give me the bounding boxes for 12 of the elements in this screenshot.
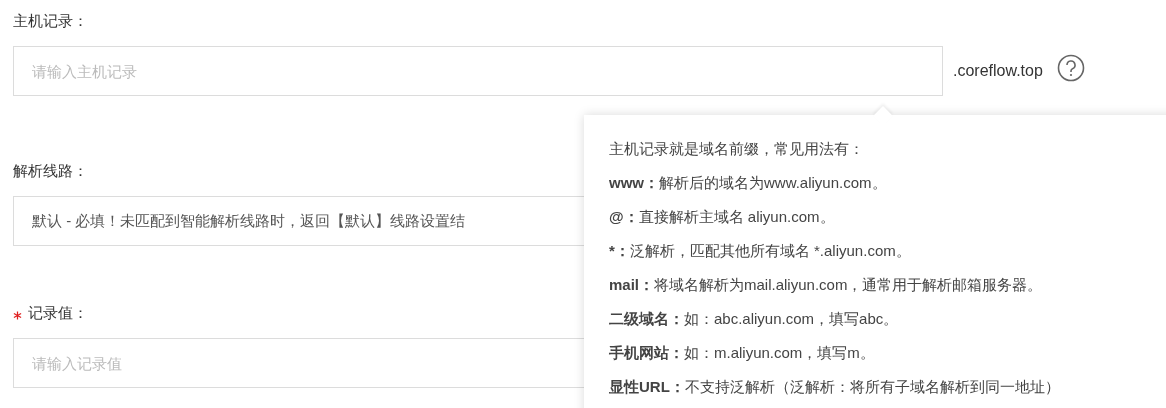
field-label: 主机记录： — [13, 10, 88, 31]
field-label: 记录值： — [28, 302, 88, 323]
help-text: @：直接解析主域名 aliyun.com。 — [609, 207, 836, 227]
help-text: 二级域名：如：abc.aliyun.com，填写abc。 — [609, 309, 900, 329]
help-text: 手机网站：如：m.aliyun.com，填写m。 — [609, 343, 876, 363]
help-text: mail：将域名解析为mail.aliyun.com，通常用于解析邮箱服务器。 — [609, 275, 1044, 295]
help-icon[interactable] — [1056, 54, 1085, 82]
input-field[interactable]: 请输入主机记录 — [13, 46, 943, 96]
domain-suffix: .coreflow.top — [953, 61, 1043, 81]
field-label: 解析线路： — [13, 160, 88, 181]
help-text: www：解析后的域名为www.aliyun.com。 — [609, 173, 888, 193]
help-text: 主机记录就是域名前缀，常见用法有： — [609, 139, 865, 159]
